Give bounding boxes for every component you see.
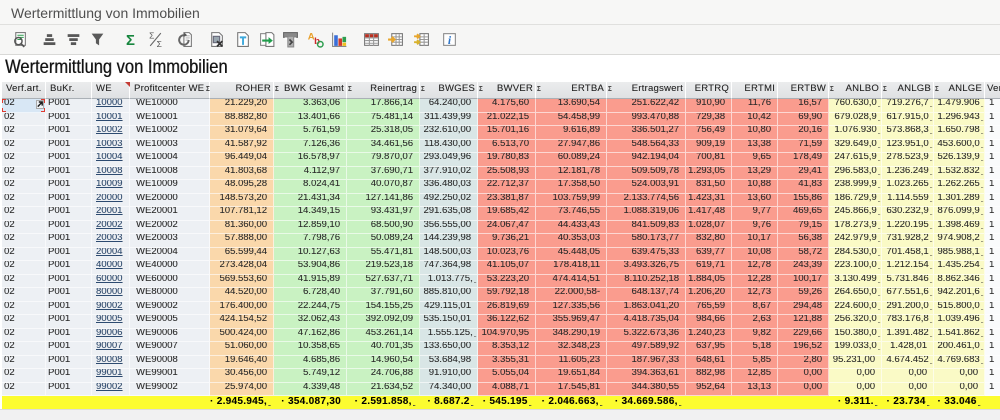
svg-text:Σ: Σ xyxy=(149,31,154,40)
svg-text:Σ: Σ xyxy=(126,33,135,48)
svg-text:Σ: Σ xyxy=(157,39,162,48)
